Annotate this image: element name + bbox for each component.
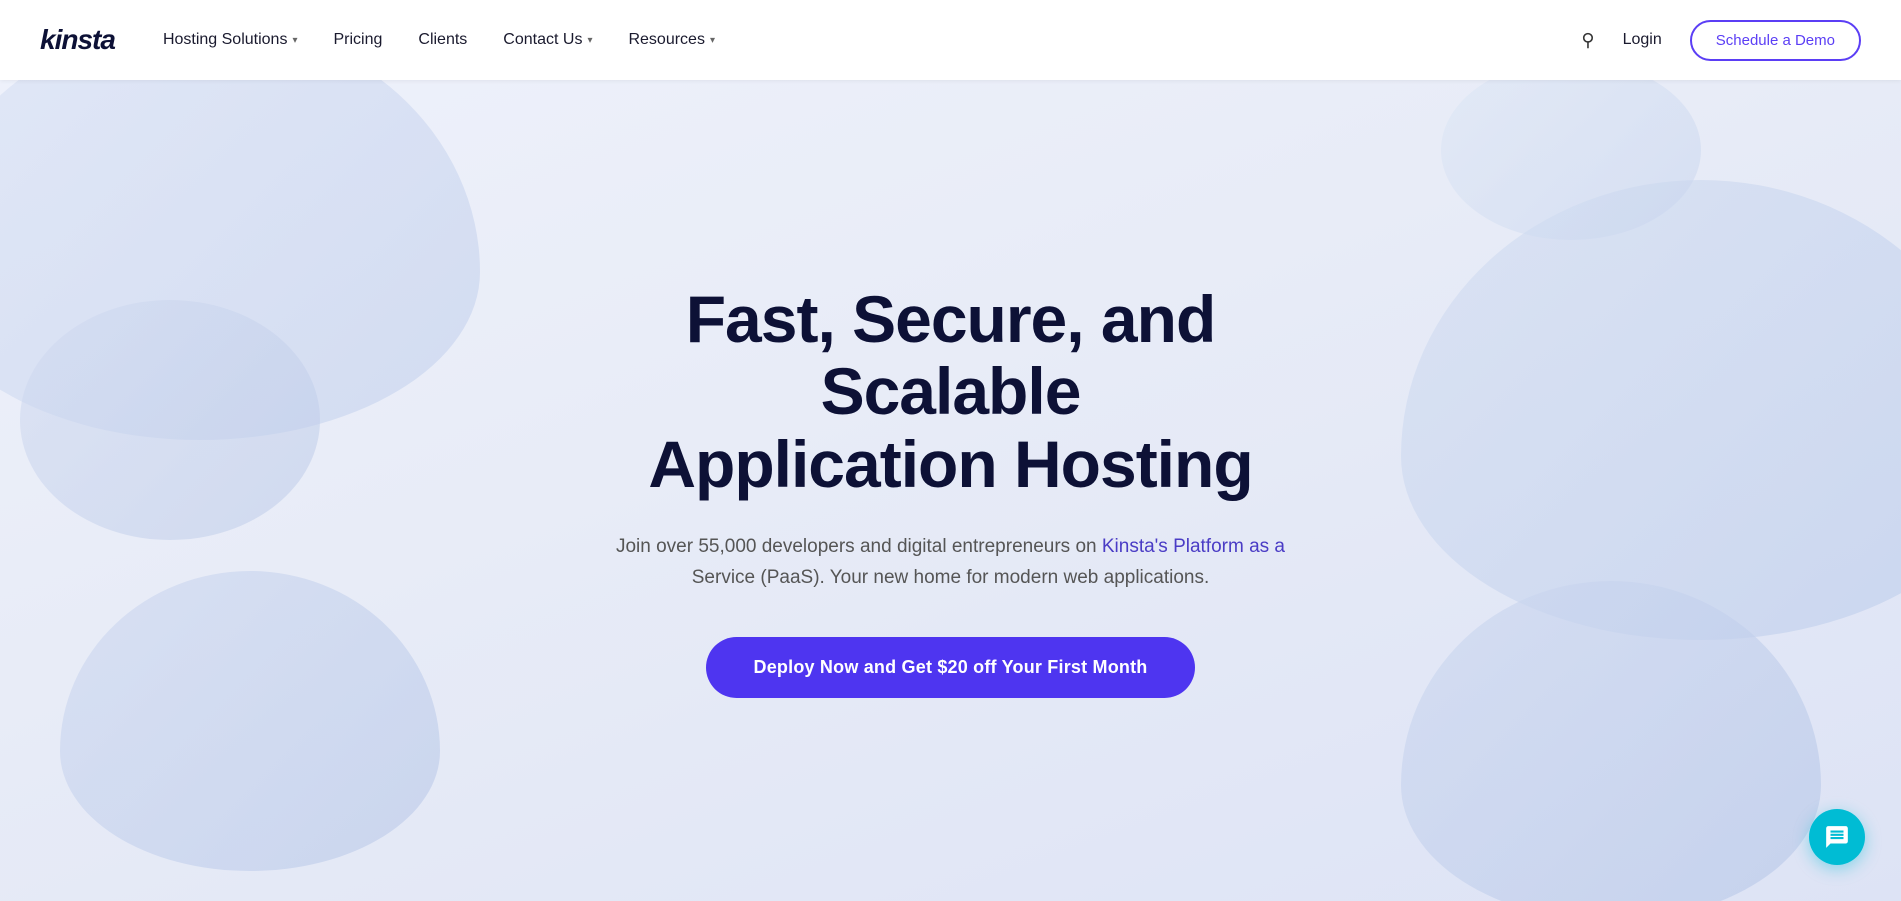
nav-item-pricing[interactable]: Pricing: [333, 31, 382, 49]
hero-title-line1: Fast, Secure, and Scalable: [686, 282, 1216, 429]
hero-title-line2: Application Hosting: [648, 427, 1252, 501]
hero-subtitle-part1: Join over 55,000 developers and digital …: [616, 536, 1102, 557]
nav-item-contact[interactable]: Contact Us ▾: [503, 31, 592, 49]
hero-subtitle: Join over 55,000 developers and digital …: [611, 531, 1291, 594]
nav-right: ⚲ Login Schedule a Demo: [1581, 20, 1861, 61]
chevron-down-icon: ▾: [292, 35, 297, 46]
nav-label-pricing: Pricing: [333, 31, 382, 49]
hero-content: Fast, Secure, and Scalable Application H…: [541, 283, 1361, 698]
search-icon[interactable]: ⚲: [1581, 30, 1594, 51]
nav-label-clients: Clients: [418, 31, 467, 49]
nav-label-resources: Resources: [628, 31, 704, 49]
deploy-cta-button[interactable]: Deploy Now and Get $20 off Your First Mo…: [706, 637, 1196, 698]
nav-item-hosting[interactable]: Hosting Solutions ▾: [163, 31, 298, 49]
nav-label-contact: Contact Us: [503, 31, 582, 49]
nav-item-resources[interactable]: Resources ▾: [628, 31, 715, 49]
cloud-top-left-small: [20, 300, 320, 540]
schedule-demo-button[interactable]: Schedule a Demo: [1690, 20, 1861, 61]
nav-label-hosting: Hosting Solutions: [163, 31, 288, 49]
nav-item-clients[interactable]: Clients: [418, 31, 467, 49]
chat-icon: [1824, 824, 1850, 850]
nav-links: Hosting Solutions ▾ Pricing Clients Cont…: [163, 31, 1581, 49]
chevron-down-icon-resources: ▾: [710, 35, 715, 46]
login-link[interactable]: Login: [1623, 31, 1662, 49]
chevron-down-icon-contact: ▾: [587, 35, 592, 46]
hero-section: Fast, Secure, and Scalable Application H…: [0, 80, 1901, 901]
hero-subtitle-part2: Service (PaaS). Your new home for modern…: [692, 567, 1210, 588]
navbar: kinsta Hosting Solutions ▾ Pricing Clien…: [0, 0, 1901, 80]
cloud-bottom-left: [60, 571, 440, 871]
logo[interactable]: kinsta: [40, 24, 115, 56]
chat-bubble-button[interactable]: [1809, 809, 1865, 865]
cloud-right: [1401, 180, 1901, 640]
hero-title: Fast, Secure, and Scalable Application H…: [561, 283, 1341, 501]
hero-subtitle-highlight: Kinsta's Platform as a: [1102, 536, 1285, 557]
